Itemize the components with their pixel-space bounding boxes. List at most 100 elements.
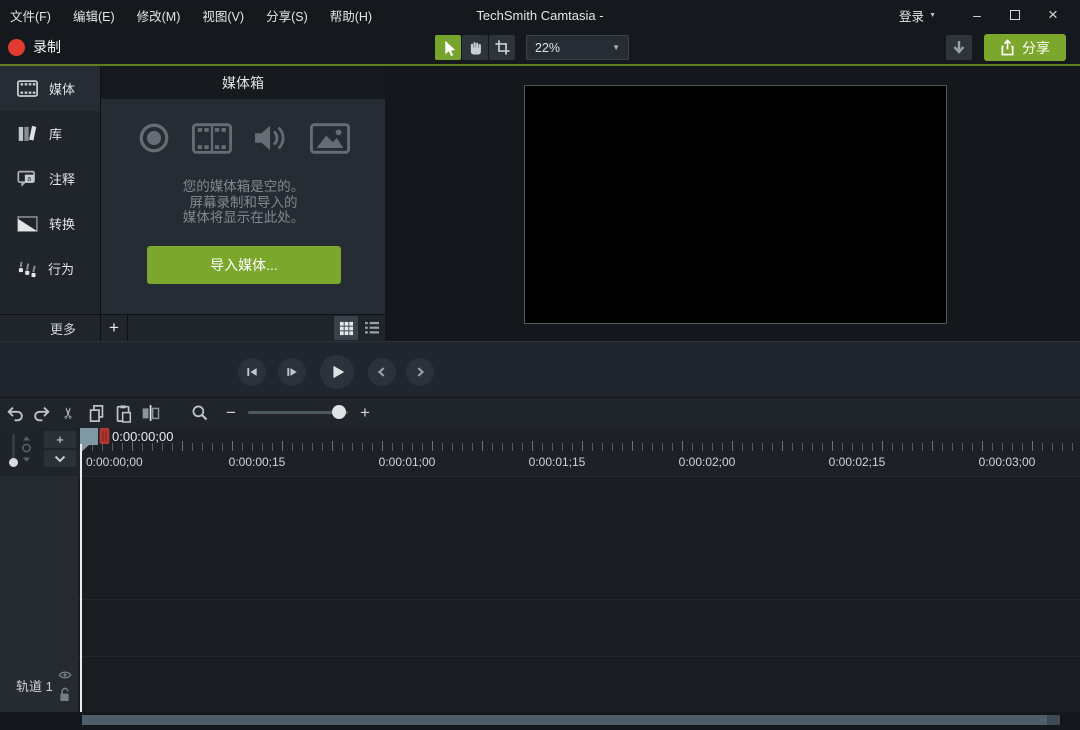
- ruler-tick: [372, 443, 373, 451]
- chevron-left-icon: [376, 366, 388, 378]
- ruler-tick: [432, 441, 433, 451]
- menu-view[interactable]: 视图(V): [202, 6, 244, 25]
- previous-button[interactable]: [368, 358, 396, 386]
- split-button[interactable]: [138, 400, 164, 426]
- share-button[interactable]: 分享: [984, 34, 1066, 61]
- track-area[interactable]: 轨道 1: [0, 476, 1080, 712]
- menu-help[interactable]: 帮助(H): [330, 6, 372, 25]
- paste-button[interactable]: [110, 400, 136, 426]
- ruler-tick: [702, 443, 703, 451]
- timeline-zoom-slider-thumb[interactable]: [332, 405, 346, 419]
- playhead-in-handle[interactable]: [80, 428, 98, 453]
- cursor-icon: [439, 39, 457, 57]
- more-tools-button[interactable]: 更多: [0, 319, 100, 338]
- ruler-tick: [782, 441, 783, 451]
- timeline-zoom-out-button[interactable]: −: [222, 400, 240, 426]
- ruler-tick: [682, 441, 683, 451]
- cut-button[interactable]: ✂: [55, 400, 81, 426]
- timeline-zoom-in-button[interactable]: +: [356, 400, 374, 426]
- copy-button[interactable]: [83, 400, 109, 426]
- empty-text-line: 媒体将显示在此处。: [101, 210, 386, 226]
- step-backward-button[interactable]: [238, 358, 266, 386]
- cursor-tool-button[interactable]: [435, 35, 461, 60]
- playhead-time-label: 0:00:00;00: [112, 429, 173, 444]
- list-view-button[interactable]: [360, 316, 384, 340]
- svg-text:a: a: [27, 176, 31, 183]
- playhead-marker[interactable]: [80, 428, 112, 454]
- main-toolbar: 录制 22% ▼: [0, 30, 1080, 64]
- ruler-tick: [202, 443, 203, 451]
- sidebar-item-label: 媒体: [49, 79, 75, 98]
- record-button[interactable]: 录制: [8, 34, 61, 60]
- playhead-out-handle[interactable]: [100, 428, 110, 444]
- close-button[interactable]: ×: [1034, 0, 1072, 30]
- maximize-button[interactable]: [996, 0, 1034, 30]
- pan-tool-button[interactable]: [462, 35, 488, 60]
- media-bin-title: 媒体箱: [101, 66, 385, 99]
- ruler-tick: [662, 443, 663, 451]
- crop-tool-button[interactable]: [489, 35, 515, 60]
- timeline-ruler[interactable]: 0:00:00;000:00:00;150:00:01;000:00:01;15…: [0, 428, 1080, 476]
- menu-modify[interactable]: 修改(M): [137, 6, 181, 25]
- canvas-zoom-value: 22%: [535, 41, 612, 55]
- eye-icon[interactable]: [58, 670, 72, 680]
- redo-button[interactable]: [28, 400, 54, 426]
- ruler-tick: [562, 443, 563, 451]
- add-track-button[interactable]: +: [44, 431, 76, 448]
- sign-in-label: 登录: [899, 6, 924, 25]
- lock-open-icon[interactable]: [58, 687, 71, 702]
- sidebar-item-behaviors[interactable]: 行为: [0, 246, 100, 291]
- playback-controls: 00:00 / 00:00 30 fps ⚙ 属性: [0, 341, 1080, 397]
- menu-share[interactable]: 分享(S): [266, 6, 308, 25]
- play-button[interactable]: [320, 355, 354, 389]
- ruler-tick: [472, 443, 473, 451]
- chevron-right-icon: [414, 366, 426, 378]
- ruler-tick: [342, 443, 343, 451]
- ruler-tick: [912, 443, 913, 451]
- sidebar-item-annotations[interactable]: a 注释: [0, 156, 100, 201]
- playhead-line[interactable]: [80, 444, 82, 712]
- ruler-tick: [272, 443, 273, 451]
- media-bin-panel: 媒体箱: [100, 66, 385, 314]
- ruler-tick: [852, 443, 853, 451]
- undo-button[interactable]: [2, 400, 28, 426]
- ruler-tick: [502, 443, 503, 451]
- magnifier-icon: [191, 404, 209, 422]
- menu-edit[interactable]: 编辑(E): [73, 6, 115, 25]
- sidebar-item-transitions[interactable]: 转换: [0, 201, 100, 246]
- ruler-time-label: 0:00:00;15: [229, 455, 286, 469]
- step-forward-button[interactable]: [278, 358, 306, 386]
- import-media-button[interactable]: 导入媒体...: [147, 246, 341, 284]
- canvas-zoom-dropdown[interactable]: 22% ▼: [526, 35, 629, 60]
- camtasia-window: 文件(F) 编辑(E) 修改(M) 视图(V) 分享(S) 帮助(H) Tech…: [0, 0, 1080, 730]
- title-bar: 文件(F) 编辑(E) 修改(M) 视图(V) 分享(S) 帮助(H) Tech…: [0, 0, 1080, 30]
- grid-view-button[interactable]: [334, 316, 358, 340]
- preview-canvas[interactable]: [524, 85, 947, 324]
- menu-file[interactable]: 文件(F): [10, 6, 51, 25]
- ruler-tick: [632, 441, 633, 451]
- close-icon: ×: [1048, 5, 1058, 25]
- sidebar-item-media[interactable]: 媒体: [0, 66, 100, 111]
- ruler-tick: [872, 443, 873, 451]
- track-options-button[interactable]: [44, 450, 76, 467]
- ruler-tick: [822, 443, 823, 451]
- titlebar-right: 登录 ▼ – ×: [899, 0, 1072, 30]
- add-tab-button[interactable]: +: [100, 315, 128, 342]
- ruler-tick: [1022, 443, 1023, 451]
- minimize-button[interactable]: –: [958, 0, 996, 30]
- share-icon: [1000, 39, 1015, 56]
- download-button[interactable]: [946, 35, 972, 60]
- grid-view-icon: [339, 321, 354, 336]
- ruler-tick: [882, 441, 883, 451]
- ruler-tick: [192, 443, 193, 451]
- sign-in-button[interactable]: 登录 ▼: [899, 6, 936, 25]
- maximize-icon: [1010, 10, 1020, 20]
- sidebar-item-library[interactable]: 库: [0, 111, 100, 156]
- next-button[interactable]: [406, 358, 434, 386]
- record-label: 录制: [33, 37, 61, 57]
- horizontal-scrollbar-thumb[interactable]: [82, 715, 1060, 725]
- ruler-tick: [542, 443, 543, 451]
- track-height-slider-thumb[interactable]: [9, 458, 18, 467]
- record-icon: [8, 39, 25, 56]
- ruler-tick: [802, 443, 803, 451]
